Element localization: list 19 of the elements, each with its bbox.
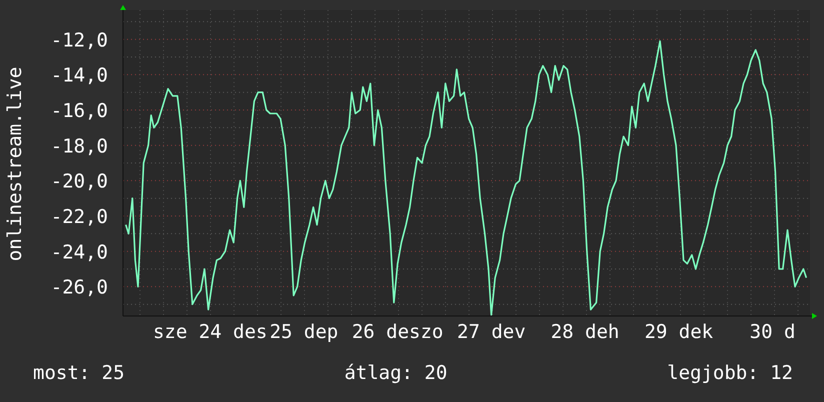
y-tick-label: -16,0 [50,100,108,122]
x-tick-label: 29 dek [644,321,714,343]
legend-stat: most: 25 [33,362,125,384]
x-tick-label: 27 dev [457,321,526,343]
x-tick-label: 25 dep [270,321,338,343]
y-tick-label: -24,0 [50,241,108,264]
x-tick-label: 26 deszo [352,321,444,343]
x-tick-label: sze 24 des [152,321,268,343]
y-tick-label: -26,0 [50,276,108,299]
x-tick-label: 28 deh [550,321,620,343]
x-tick-label: 30 d [750,321,796,343]
y-tick-label: -22,0 [50,206,108,228]
y-axis-title: onlinestream.live [4,66,26,262]
y-tick-label: -14,0 [50,64,108,87]
y-tick-label: -12,0 [50,29,108,52]
legend-stat: legjobb: 12 [667,362,793,384]
legend-stat: átlag: 20 [344,362,448,384]
y-tick-label: -20,0 [50,170,108,193]
y-tick-label: -18,0 [50,135,108,158]
